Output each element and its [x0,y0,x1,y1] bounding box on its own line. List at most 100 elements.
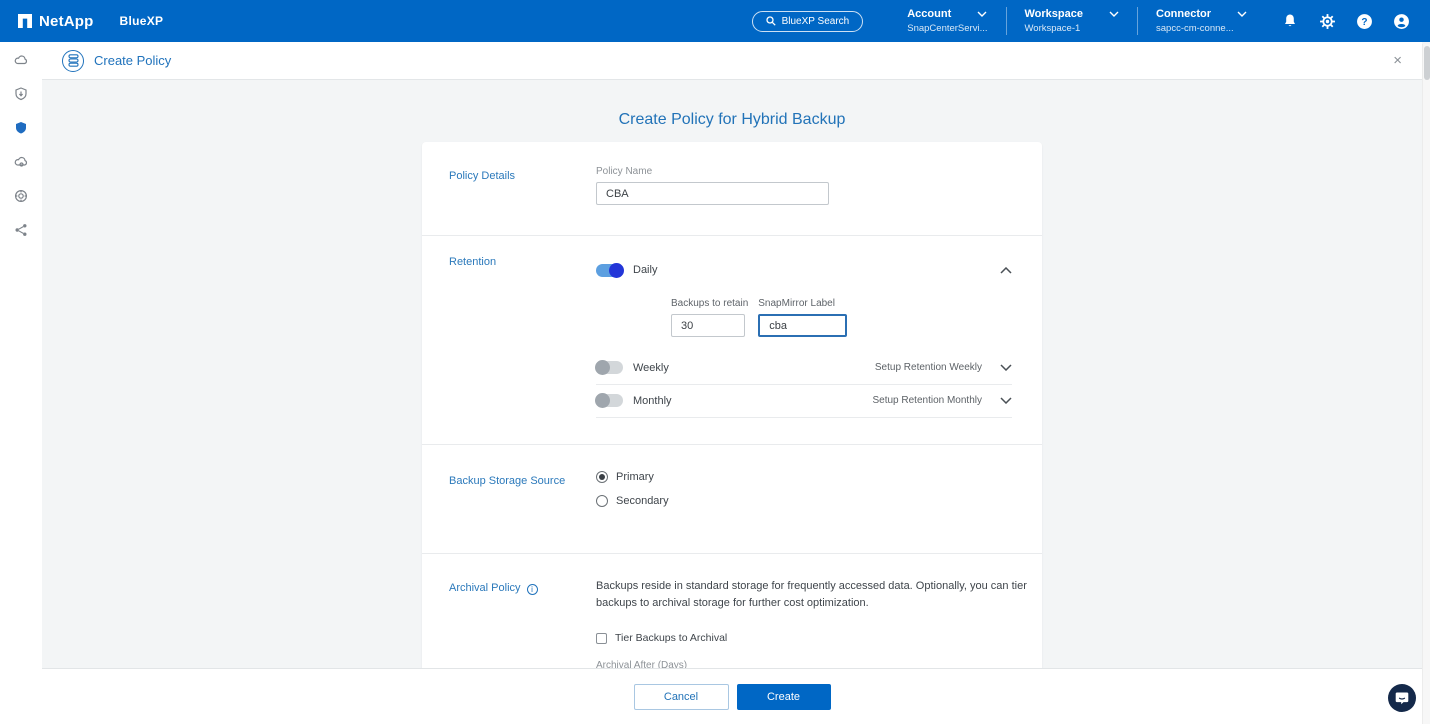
shield-protection-icon [14,121,28,135]
user-icon [1393,13,1410,30]
cancel-button[interactable]: Cancel [634,684,729,710]
monthly-toggle[interactable] [596,394,623,407]
chevron-down-icon [1000,364,1012,371]
weekly-toggle[interactable] [596,361,623,374]
policy-form-card: Policy Details Policy Name Retention Dai… [422,142,1042,668]
bell-icon [1282,13,1298,29]
section-archival-policy: Archival Policyi Backups reside in stand… [422,553,1042,668]
sidebar-item-observability[interactable] [0,155,42,169]
tier-checkbox-row[interactable]: Tier Backups to Archival [596,632,1036,644]
share-network-icon [14,223,28,237]
page-title: Create Policy for Hybrid Backup [619,111,846,129]
sidebar-item-share[interactable] [0,223,42,237]
secondary-label: Secondary [616,495,669,507]
daily-fields: Backups to retain SnapMirror Label [671,298,1012,337]
top-header: NetApp BlueXP BlueXP Search Account Snap… [0,0,1430,42]
chevron-up-icon [1000,267,1012,274]
sidebar-item-health[interactable] [0,87,42,101]
monthly-label: Monthly [633,395,672,407]
sidebar-item-storage[interactable] [0,53,42,67]
backups-to-retain-label: Backups to retain [671,298,748,309]
connector-label: Connector [1156,8,1211,20]
tier-checkbox-label: Tier Backups to Archival [615,632,727,644]
scrollbar-track[interactable] [1422,44,1430,724]
policy-icon [62,50,84,72]
toggle-knob [595,393,610,408]
cloud-storage-icon [14,53,29,68]
user-button[interactable] [1390,10,1412,32]
search-icon [766,16,776,26]
workspace-value: Workspace-1 [1025,23,1120,34]
workspace-label: Workspace [1025,8,1084,20]
sidebar [0,42,42,724]
cloud-observability-icon [14,155,29,170]
toggle-knob [609,263,624,278]
main-content: Create Policy for Hybrid Backup Policy D… [42,80,1422,668]
snapmirror-label-label: SnapMirror Label [758,298,847,309]
weekly-expand-button[interactable] [1000,364,1012,371]
section-retention: Retention Daily Backups to retain SnapMi [422,235,1042,444]
daily-collapse-button[interactable] [1000,267,1012,274]
account-menu[interactable]: Account SnapCenterServi... [889,5,1005,37]
daily-toggle[interactable] [596,264,623,277]
sidebar-item-extensions[interactable] [0,189,42,203]
chat-bubble-icon [1395,691,1409,705]
section-label-backup-storage-source: Backup Storage Source [449,475,565,487]
gear-circle-icon [14,189,28,203]
create-policy-header: Create Policy × [42,42,1422,80]
weekly-label: Weekly [633,362,669,374]
monthly-expand-button[interactable] [1000,397,1012,404]
workspace-menu[interactable]: Workspace Workspace-1 [1007,5,1138,37]
daily-row: Daily [596,258,1012,282]
account-value: SnapCenterServi... [907,23,987,34]
snapmirror-label-input[interactable] [758,314,847,337]
svg-text:?: ? [1361,17,1367,28]
weekly-row: Weekly Setup Retention Weekly [596,361,1012,385]
info-icon[interactable]: i [527,584,538,595]
create-button[interactable]: Create [737,684,831,710]
netapp-logo-icon [18,14,32,28]
settings-button[interactable] [1316,10,1338,32]
primary-label: Primary [616,471,654,483]
chevron-down-icon [1109,11,1119,17]
radio-unselected-icon [596,495,608,507]
footer-bar: Cancel Create [42,668,1422,724]
secondary-radio-row[interactable]: Secondary [596,495,1012,507]
monthly-setup-label: Setup Retention Monthly [872,395,982,406]
policy-name-input[interactable] [596,182,829,205]
section-backup-storage-source: Backup Storage Source Primary Secondary [422,444,1042,553]
shield-health-icon [14,87,28,101]
chat-button[interactable] [1388,684,1416,712]
notifications-button[interactable] [1279,10,1301,32]
section-label-retention: Retention [449,256,496,268]
gear-icon [1319,13,1336,30]
chevron-down-icon [1237,11,1247,17]
monthly-row: Monthly Setup Retention Monthly [596,394,1012,418]
brand-name: NetApp [39,13,94,30]
radio-selected-icon [596,471,608,483]
weekly-setup-label: Setup Retention Weekly [875,362,982,373]
toggle-knob [595,360,610,375]
backups-to-retain-input[interactable] [671,314,745,337]
primary-radio-row[interactable]: Primary [596,471,1012,483]
help-icon: ? [1356,13,1373,30]
subheader-title: Create Policy [94,53,171,68]
policy-name-label: Policy Name [596,166,1012,177]
checkbox-icon [596,633,607,644]
section-label-policy-details: Policy Details [449,170,515,182]
archival-description: Backups reside in standard storage for f… [596,578,1036,612]
sidebar-item-protection-active[interactable] [0,121,42,135]
bluexp-search-button[interactable]: BlueXP Search [752,11,864,32]
section-policy-details: Policy Details Policy Name [422,142,1042,235]
account-label: Account [907,8,951,20]
chevron-down-icon [977,11,987,17]
help-button[interactable]: ? [1353,10,1375,32]
connector-menu[interactable]: Connector sapcc-cm-conne... [1138,5,1265,37]
close-icon[interactable]: × [1393,53,1402,68]
daily-label: Daily [633,264,657,276]
archival-after-label: Archival After (Days) [596,660,1036,668]
connector-value: sapcc-cm-conne... [1156,23,1247,34]
search-label: BlueXP Search [782,16,850,27]
scrollbar-thumb[interactable] [1424,46,1430,80]
chevron-down-icon [1000,397,1012,404]
